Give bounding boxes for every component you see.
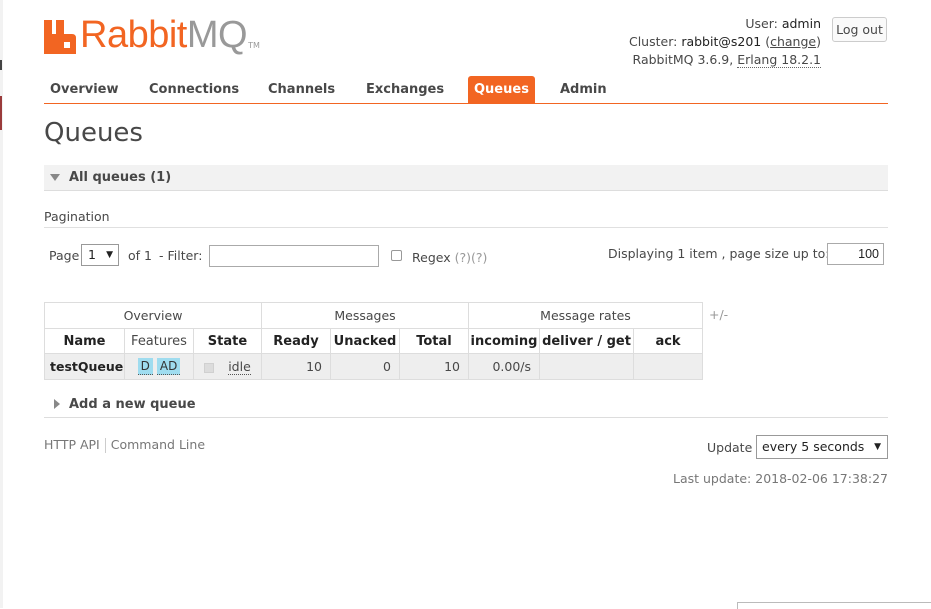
- unacked-value: 0: [330, 353, 400, 380]
- chevron-down-icon: ▼: [106, 250, 113, 260]
- update-interval-value: every 5 seconds: [762, 439, 865, 454]
- table-column-header: Name Features State Ready Unacked Total …: [44, 328, 703, 354]
- add-queue-toggle[interactable]: Add a new queue: [44, 392, 888, 418]
- erlang-version: Erlang 18.2.1: [737, 52, 821, 68]
- logo-trademark: TM: [248, 41, 260, 50]
- logo-wordmark: RabbitMQ: [80, 14, 248, 56]
- last-update-text: Last update: 2018-02-06 17:38:27: [673, 471, 888, 486]
- cluster-line: Cluster: rabbit@s201 (change): [628, 34, 821, 49]
- rabbitmq-logo-icon: [44, 20, 76, 54]
- logout-button[interactable]: Log out: [832, 17, 887, 42]
- tab-channels[interactable]: Channels: [268, 76, 335, 103]
- chevron-down-icon: ▼: [874, 442, 881, 452]
- incoming-value: 0.00/s: [468, 353, 540, 380]
- tab-connections[interactable]: Connections: [149, 76, 239, 103]
- state-cell: idle: [193, 353, 262, 380]
- regex-label: Regex: [412, 250, 451, 265]
- divider: [44, 227, 888, 228]
- all-queues-toggle[interactable]: All queues (1): [44, 165, 888, 191]
- page-size-input[interactable]: [827, 243, 884, 265]
- group-overview: Overview: [44, 302, 262, 329]
- update-interval-select[interactable]: every 5 seconds ▼: [756, 435, 888, 459]
- features-cell: D AD: [124, 353, 194, 380]
- queues-table: Overview Messages Message rates Name Fea…: [44, 302, 703, 380]
- change-cluster-link[interactable]: change: [770, 34, 816, 49]
- feature-autodelete-badge: AD: [156, 358, 181, 375]
- table-row: testQueue D AD idle 10 0 10 0.00/s: [44, 353, 703, 380]
- col-deliver-get[interactable]: deliver / get: [539, 328, 634, 354]
- total-value: 10: [399, 353, 469, 380]
- deliver-get-value: [539, 353, 634, 380]
- page-select-value: 1: [88, 247, 96, 262]
- tab-admin[interactable]: Admin: [560, 76, 607, 103]
- ready-value: 10: [261, 353, 331, 380]
- version-line: RabbitMQ 3.6.9, Erlang 18.2.1: [629, 51, 821, 69]
- queue-name-link[interactable]: testQueue: [44, 353, 125, 380]
- cluster-name: rabbit@s201: [681, 34, 762, 49]
- edge-mark: [0, 96, 2, 130]
- page-label: Page: [49, 248, 80, 263]
- regex-checkbox[interactable]: [391, 250, 402, 261]
- all-queues-label: All queues (1): [69, 170, 172, 185]
- page-select[interactable]: 1 ▼: [81, 244, 119, 266]
- col-incoming[interactable]: incoming: [468, 328, 540, 354]
- collapse-triangle-icon: [50, 174, 60, 181]
- state-indicator-icon: [204, 362, 215, 373]
- col-ack[interactable]: ack: [633, 328, 703, 354]
- edge-mark: [0, 60, 2, 70]
- col-unacked[interactable]: Unacked: [330, 328, 400, 354]
- filter-input[interactable]: [209, 245, 379, 267]
- filter-label: - Filter:: [159, 248, 203, 263]
- command-line-link[interactable]: Command Line: [111, 437, 205, 452]
- table-group-header: Overview Messages Message rates: [44, 302, 703, 329]
- col-total[interactable]: Total: [399, 328, 469, 354]
- col-features: Features: [124, 328, 194, 354]
- expand-triangle-icon: [54, 399, 60, 409]
- col-state[interactable]: State: [193, 328, 262, 354]
- tab-queues[interactable]: Queues: [468, 76, 535, 103]
- logo-rabbit-text: Rabbit: [80, 14, 187, 56]
- tab-exchanges[interactable]: Exchanges: [366, 76, 444, 103]
- state-value: idle: [228, 359, 251, 375]
- column-toggle-button[interactable]: +/-: [709, 307, 728, 322]
- ack-value: [633, 353, 703, 380]
- header-info: User: admin Cluster: rabbit@s201 (change…: [629, 15, 821, 69]
- group-messages: Messages: [261, 302, 469, 329]
- footer-links: HTTP API Command Line: [44, 437, 205, 453]
- regex-help-link[interactable]: (?)(?): [455, 250, 488, 265]
- user-name: admin: [781, 16, 821, 31]
- update-label: Update: [707, 440, 753, 455]
- col-ready[interactable]: Ready: [261, 328, 331, 354]
- version-text: RabbitMQ 3.6.9,: [632, 52, 734, 67]
- col-name[interactable]: Name: [44, 328, 125, 354]
- cluster-label: Cluster:: [628, 34, 678, 49]
- http-api-link[interactable]: HTTP API: [44, 437, 100, 452]
- group-message-rates: Message rates: [468, 302, 703, 329]
- feature-durable-badge: D: [137, 358, 153, 375]
- main-nav: Overview Connections Channels Exchanges …: [44, 76, 888, 104]
- divider: [104, 438, 106, 453]
- pagination-label: Pagination: [44, 209, 110, 224]
- page-count-label: of 1: [128, 248, 152, 263]
- tab-overview[interactable]: Overview: [50, 76, 119, 103]
- user-line: User: admin: [629, 15, 821, 33]
- page-title: Queues: [44, 118, 143, 148]
- regex-label-group: Regex (?)(?): [412, 250, 487, 265]
- add-queue-label: Add a new queue: [69, 397, 196, 412]
- logo-mq-text: MQ: [186, 14, 248, 56]
- rabbitmq-logo: RabbitMQ TM: [44, 14, 260, 54]
- window-edge: [0, 0, 3, 608]
- user-label: User:: [745, 16, 778, 31]
- display-count-label: Displaying 1 item , page size up to:: [608, 246, 830, 261]
